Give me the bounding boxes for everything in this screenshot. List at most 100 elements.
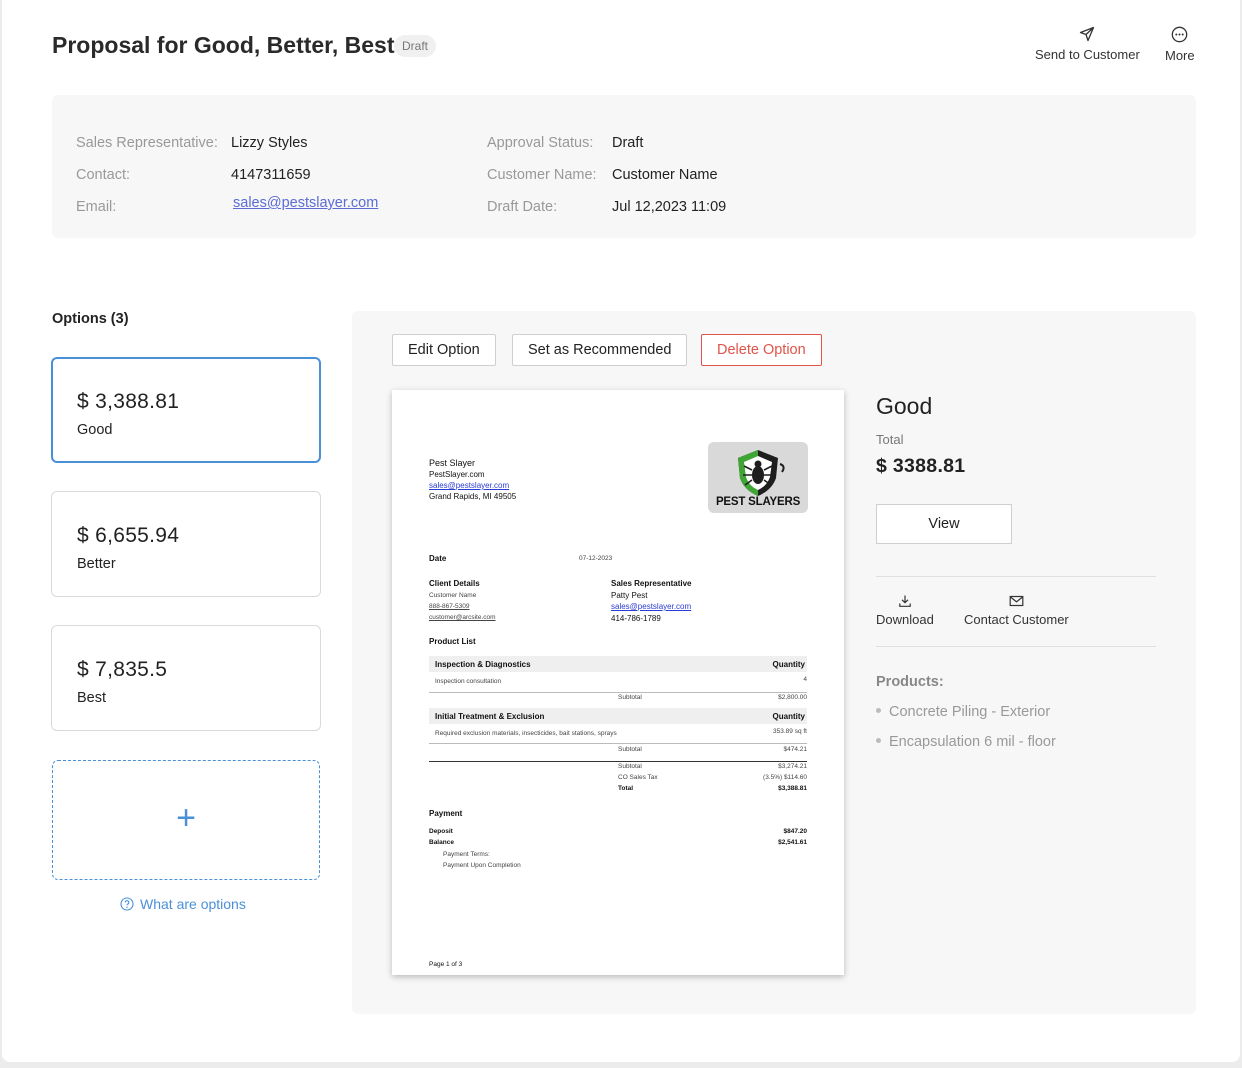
what-are-options-link[interactable]: What are options: [120, 896, 246, 912]
option-name: Better: [77, 556, 116, 572]
mail-icon: [1009, 595, 1024, 607]
doc-section2-title: Initial Treatment & Exclusion: [435, 712, 545, 721]
download-icon: [899, 595, 911, 607]
doc-section2-subtotal-label: Subtotal: [618, 746, 642, 753]
send-to-customer-label: Send to Customer: [1035, 47, 1140, 62]
option-card-best[interactable]: $ 7,835.5 Best: [51, 625, 321, 731]
doc-company-name: Pest Slayer: [429, 458, 476, 468]
doc-total-label: Total: [618, 785, 634, 792]
option-card-better[interactable]: $ 6,655.94 Better: [51, 491, 321, 597]
set-recommended-button[interactable]: Set as Recommended: [512, 334, 688, 366]
more-label: More: [1165, 48, 1195, 63]
doc-section1-item: Inspection consultation: [435, 678, 502, 685]
download-label: Download: [876, 612, 934, 627]
option-card-good[interactable]: $ 3,388.81 Good: [51, 357, 321, 463]
add-option-button[interactable]: +: [52, 760, 320, 880]
option-price: $ 7,835.5: [77, 658, 168, 681]
doc-section1-qty-header: Quantity: [772, 660, 805, 669]
download-button[interactable]: Download: [876, 594, 934, 627]
doc-client-name: Customer Name: [429, 592, 477, 599]
doc-divider: [429, 761, 807, 762]
product-name: Concrete Piling - Exterior: [889, 704, 1051, 720]
product-item: Encapsulation 6 mil - floor: [876, 734, 1056, 750]
option-name: Best: [77, 690, 107, 706]
contact-customer-button[interactable]: Contact Customer: [964, 594, 1069, 627]
doc-section1-title: Inspection & Diagnostics: [435, 660, 531, 669]
plus-icon: +: [176, 799, 196, 837]
contact-value: 4147311659: [231, 167, 311, 183]
doc-section1-subtotal: $2,800.00: [778, 694, 807, 701]
more-icon: [1171, 26, 1188, 43]
doc-deposit-label: Deposit: [429, 828, 453, 835]
doc-page-number: Page 1 of 3: [429, 961, 463, 968]
what-are-options-label: What are options: [140, 896, 246, 912]
doc-client-phone: 888-867-5309: [429, 603, 470, 610]
doc-date-label: Date: [429, 554, 447, 563]
shield-bug-icon: [738, 450, 785, 496]
company-logo: PEST SLAYERS: [708, 442, 808, 513]
doc-product-list-heading: Product List: [429, 637, 476, 646]
option-detail-title: Good: [876, 393, 933, 419]
doc-date-value: 07-12-2023: [579, 555, 613, 562]
draft-date-label: Draft Date:: [487, 199, 558, 215]
logo-text: PEST SLAYERS: [715, 496, 801, 508]
doc-section1-header: Inspection & Diagnostics Quantity: [429, 656, 807, 672]
option-price: $ 3,388.81: [77, 390, 180, 413]
doc-section2-qty-header: Quantity: [772, 712, 805, 721]
doc-tax-value: (3.5%) $114.60: [763, 774, 807, 781]
proposal-info-panel: Sales Representative: Lizzy Styles Conta…: [52, 95, 1196, 238]
option-total-label: Total: [876, 432, 904, 447]
doc-terms-value: Payment Upon Completion: [443, 862, 521, 869]
help-circle-icon: [120, 897, 134, 911]
doc-section2-subtotal: $474.21: [783, 746, 808, 753]
options-heading: Options (3): [52, 311, 129, 327]
edit-option-button[interactable]: Edit Option: [392, 334, 496, 366]
draft-date-value: Jul 12,2023 11:09: [612, 199, 727, 215]
more-button[interactable]: More: [1165, 26, 1195, 63]
option-price: $ 6,655.94: [77, 524, 180, 547]
doc-section2-item: Required exclusion materials, insecticid…: [435, 730, 617, 737]
doc-summary-subtotal-label: Subtotal: [618, 763, 642, 770]
doc-company-website: PestSlayer.com: [429, 470, 485, 479]
email-link[interactable]: sales@pestslayer.com: [233, 195, 378, 211]
products-label: Products:: [876, 674, 944, 690]
page-title: Proposal for Good, Better, Best: [52, 32, 395, 58]
product-name: Encapsulation 6 mil - floor: [889, 734, 1056, 750]
product-item: Concrete Piling - Exterior: [876, 704, 1050, 720]
page-frame: Proposal for Good, Better, Best Draft Se…: [2, 0, 1240, 1062]
divider: [876, 576, 1156, 577]
status-badge: Draft: [394, 35, 437, 57]
sales-rep-value: Lizzy Styles: [231, 135, 308, 151]
sales-rep-label: Sales Representative:: [76, 135, 218, 151]
bullet-icon: [876, 737, 881, 743]
doc-tax-label: CO Sales Tax: [618, 774, 658, 781]
doc-balance-label: Balance: [429, 839, 454, 846]
approval-status-label: Approval Status:: [487, 135, 594, 151]
doc-section1-subtotal-label: Subtotal: [618, 694, 642, 701]
customer-name-label: Customer Name:: [487, 167, 597, 183]
doc-section2-header: Initial Treatment & Exclusion Quantity: [429, 708, 807, 724]
option-total-value: $ 3388.81: [876, 455, 966, 477]
doc-rep-phone: 414-786-1789: [611, 614, 661, 623]
delete-option-button[interactable]: Delete Option: [701, 334, 822, 366]
doc-company-email: sales@pestslayer.com: [429, 481, 510, 490]
send-to-customer-button[interactable]: Send to Customer: [1035, 26, 1140, 62]
doc-client-heading: Client Details: [429, 579, 480, 588]
contact-customer-label: Contact Customer: [964, 612, 1069, 627]
proposal-document-preview[interactable]: Pest Slayer PestSlayer.com sales@pestsla…: [392, 390, 844, 975]
doc-deposit-value: $847.20: [783, 828, 808, 835]
option-name: Good: [77, 422, 113, 438]
doc-divider: [429, 743, 807, 744]
divider: [876, 646, 1156, 647]
doc-client-email: customer@arcsite.com: [429, 614, 496, 621]
doc-section1-item-qty: 4: [803, 676, 807, 683]
doc-summary-subtotal: $3,274.21: [778, 763, 807, 770]
doc-company-address: Grand Rapids, MI 49505: [429, 492, 517, 501]
email-label: Email:: [76, 199, 117, 215]
view-button[interactable]: View: [876, 504, 1012, 544]
doc-rep-name: Patty Pest: [611, 591, 648, 600]
doc-total-value: $3,388.81: [778, 785, 807, 792]
doc-divider: [429, 692, 807, 693]
doc-rep-heading: Sales Representative: [611, 579, 692, 588]
approval-status-value: Draft: [612, 135, 644, 151]
